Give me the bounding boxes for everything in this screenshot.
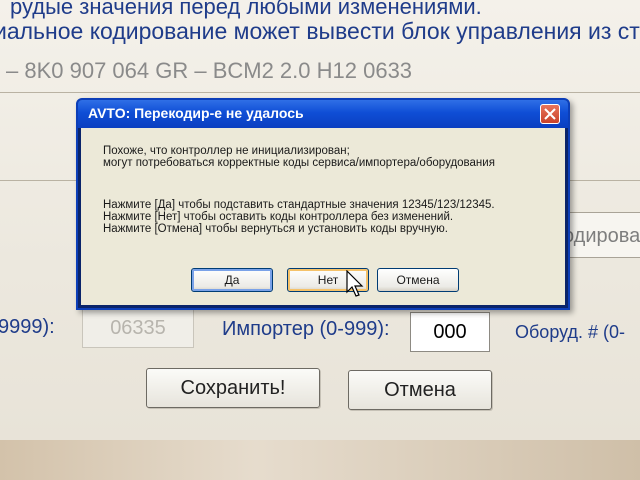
dialog-body: Похоже, что контроллер не инициализирова… [81, 128, 565, 305]
background-warning-line: иальное кодирование может вывести блок у… [0, 18, 640, 44]
message-line: Нажмите [Отмена] чтобы вернуться и устан… [103, 223, 448, 235]
save-button[interactable]: Сохранить! [146, 368, 320, 408]
mouse-cursor-icon [346, 270, 364, 297]
divider [0, 92, 640, 93]
service-code-label: 9999): [0, 316, 55, 338]
dialog-titlebar[interactable]: AVTO: Перекодир-е не удалось [78, 100, 568, 128]
importer-field[interactable]: 000 [410, 312, 490, 352]
desk-area [0, 440, 640, 480]
close-icon [544, 108, 556, 120]
module-info-line: – 8K0 907 064 GR – BCM2 2.0 H12 0633 [6, 58, 413, 83]
service-code-field[interactable]: 06335 [82, 308, 194, 348]
close-button[interactable] [540, 104, 560, 124]
importer-label: Импортер (0-999): [222, 318, 390, 340]
message-line: могут потребоваться корректные коды серв… [103, 157, 495, 169]
dialog-cancel-button[interactable]: Отмена [377, 268, 459, 292]
background-warning-line-top: рудые значения перед любыми изменениями. [10, 0, 482, 19]
equipment-label: Оборуд. # (0- [515, 322, 626, 342]
error-dialog: AVTO: Перекодир-е не удалось Похоже, что… [76, 98, 570, 310]
background-cancel-button[interactable]: Отмена [348, 370, 492, 410]
yes-button[interactable]: Да [191, 268, 273, 292]
dialog-title: AVTO: Перекодир-е не удалось [88, 105, 304, 121]
